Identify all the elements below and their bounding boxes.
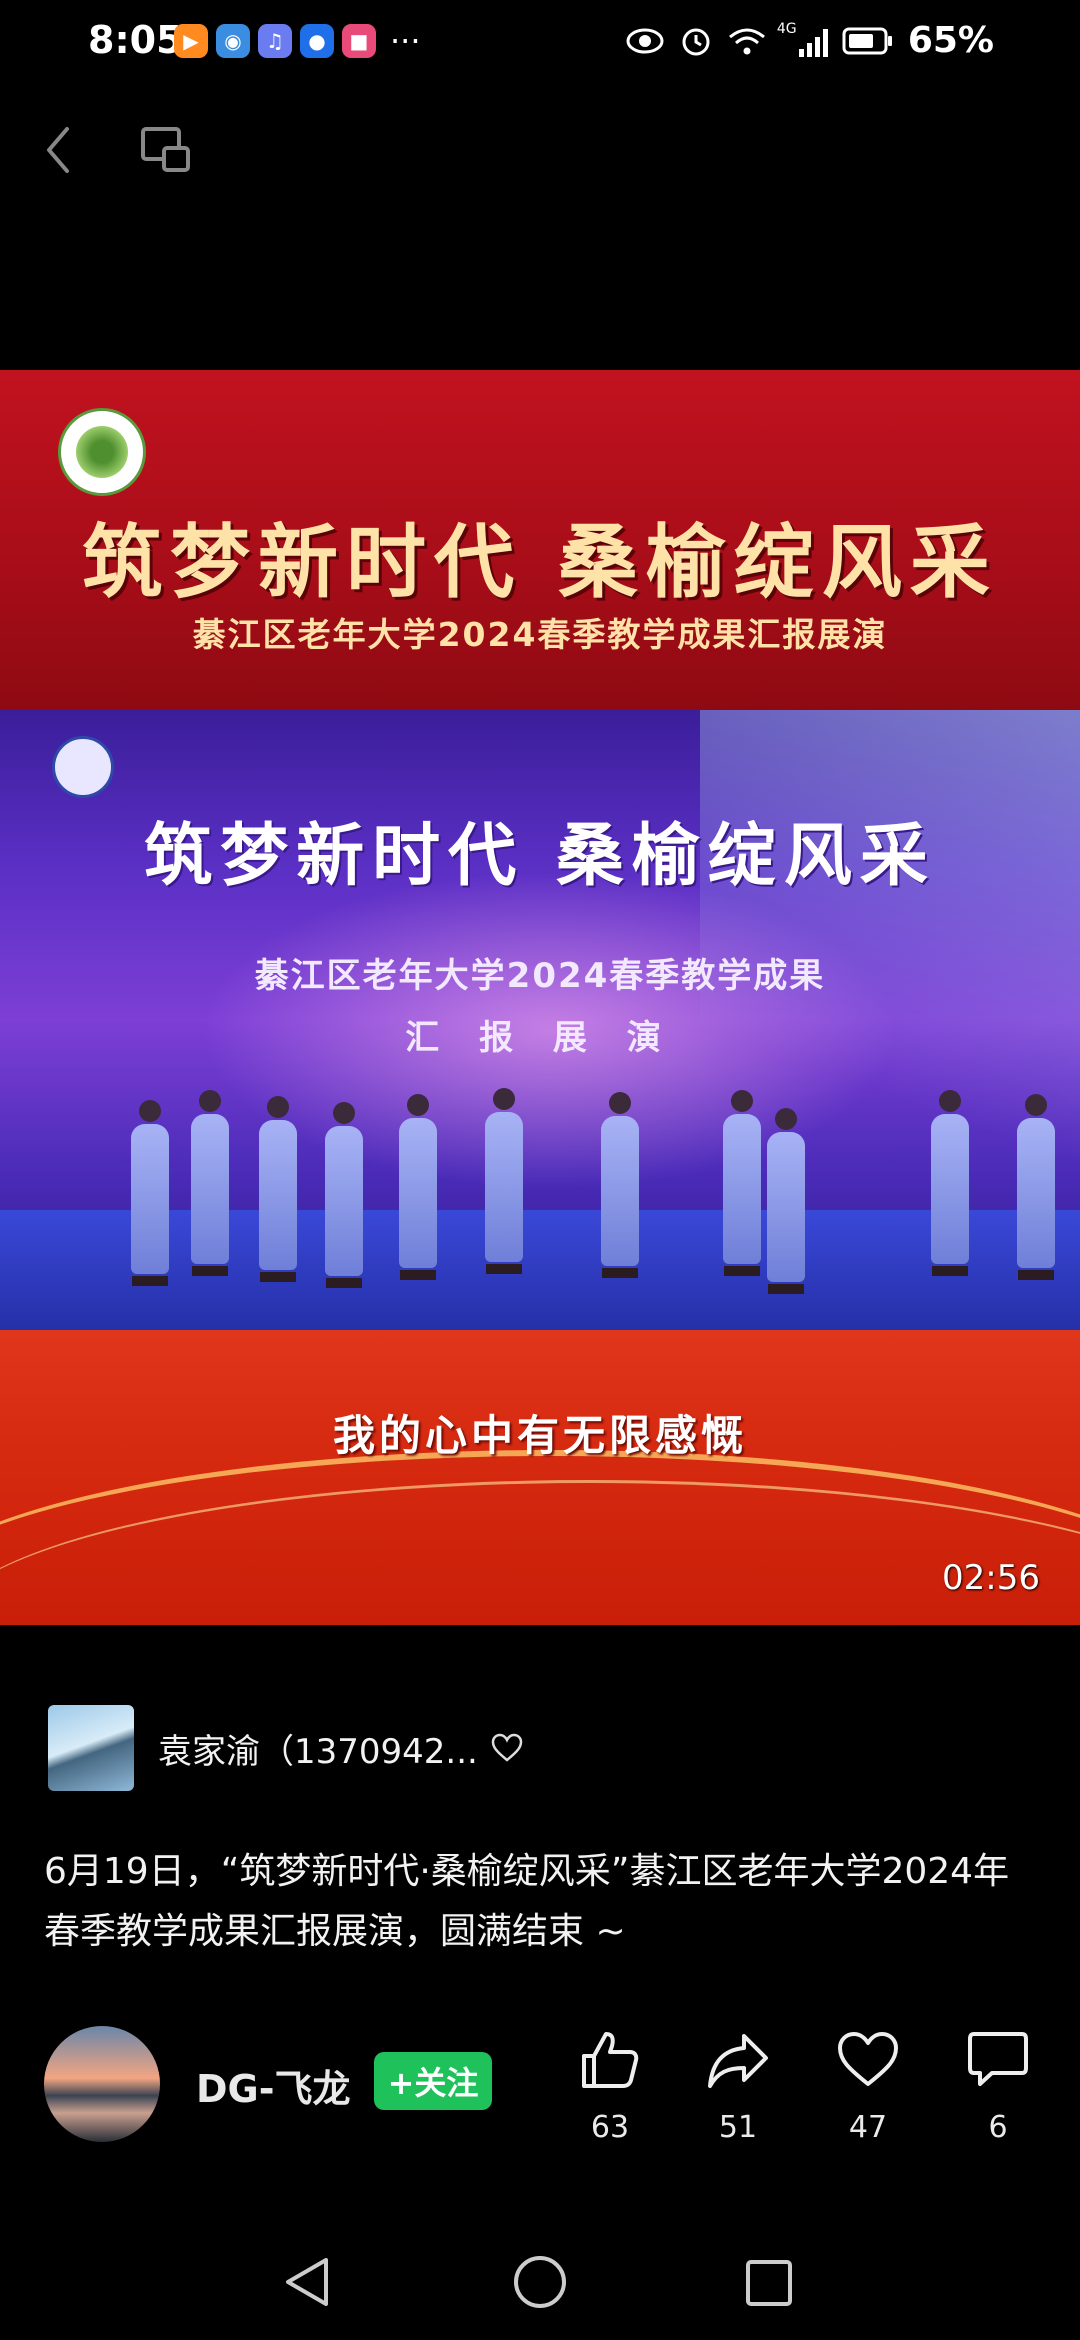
status-time: 8:05 bbox=[88, 18, 183, 62]
notification-icons: ▶ ◉ ♫ ● ■ ··· bbox=[174, 24, 421, 58]
heart-outline-icon bbox=[491, 1733, 523, 1762]
signal-icon: 4G bbox=[777, 21, 828, 57]
browser-icon: ◉ bbox=[216, 24, 250, 58]
system-home-button[interactable] bbox=[512, 2254, 568, 2314]
favorite-count: 47 bbox=[848, 2110, 888, 2145]
assistant-icon: ● bbox=[300, 24, 334, 58]
more-notifications-icon: ··· bbox=[390, 22, 421, 60]
like-count: 63 bbox=[590, 2110, 630, 2145]
stage-logo bbox=[52, 736, 114, 798]
share-action[interactable]: 51 bbox=[688, 2020, 788, 2145]
follow-button[interactable]: +关注 bbox=[374, 2052, 492, 2110]
performer bbox=[722, 1090, 762, 1276]
stage-backdrop-title: 筑梦新时代 桑榆绽风采 bbox=[144, 816, 936, 896]
square-recents-icon bbox=[746, 2260, 792, 2306]
system-navigation-bar bbox=[0, 2240, 1080, 2340]
performer bbox=[484, 1088, 524, 1274]
post-description: 6月19日，“筑梦新时代·桑榆绽风采”綦江区老年大学2024年春季教学成果汇报展… bbox=[44, 1851, 1010, 1952]
share-icon bbox=[708, 2034, 768, 2088]
comment-action[interactable]: 6 bbox=[948, 2020, 1048, 2145]
circle-home-icon bbox=[514, 2256, 566, 2308]
music-icon: ♫ bbox=[258, 24, 292, 58]
share-count: 51 bbox=[718, 2110, 758, 2145]
system-back-button[interactable] bbox=[280, 2254, 336, 2314]
performer bbox=[324, 1102, 364, 1288]
battery-percentage: 65% bbox=[907, 20, 994, 61]
thumbs-up-icon bbox=[582, 2032, 639, 2088]
status-right: 4G 65% bbox=[625, 20, 994, 61]
picture-in-picture-button[interactable] bbox=[134, 118, 198, 182]
performer bbox=[600, 1092, 640, 1278]
performer bbox=[130, 1100, 170, 1286]
video-app-icon: ▶ bbox=[174, 24, 208, 58]
author-name[interactable]: 袁家渝（1370942... bbox=[158, 1724, 478, 1773]
post-author-row[interactable]: 袁家渝（1370942... bbox=[48, 1705, 524, 1791]
bottom-action-bar: DG-飞龙 +关注 63 51 47 6 bbox=[0, 2020, 1080, 2170]
performers bbox=[0, 1080, 1080, 1294]
author-thumbnail[interactable] bbox=[48, 1705, 134, 1791]
performer bbox=[190, 1090, 230, 1276]
pip-icon bbox=[141, 127, 190, 172]
heart-icon bbox=[838, 2032, 898, 2086]
performer bbox=[766, 1108, 806, 1294]
author-like-button[interactable] bbox=[490, 1733, 524, 1763]
university-logo bbox=[58, 408, 146, 496]
battery-icon bbox=[842, 27, 892, 54]
banner-subtitle: 綦江区老年大学2024春季教学成果汇报展演 bbox=[192, 615, 888, 654]
comment-count: 6 bbox=[988, 2110, 1008, 2145]
chevron-left-icon bbox=[47, 127, 69, 173]
back-button[interactable] bbox=[30, 118, 86, 182]
user-avatar[interactable] bbox=[44, 2026, 160, 2142]
eye-icon bbox=[626, 28, 664, 53]
favorite-action[interactable]: 47 bbox=[818, 2020, 918, 2145]
system-recents-button[interactable] bbox=[744, 2258, 794, 2312]
video-player[interactable]: 筑梦新时代 桑榆绽风采 綦江区老年大学2024春季教学成果汇报展演 筑梦新时代 … bbox=[0, 370, 1080, 1625]
performer bbox=[398, 1094, 438, 1280]
performer bbox=[1016, 1094, 1056, 1280]
triangle-back-icon bbox=[286, 2258, 328, 2306]
top-navigation bbox=[0, 110, 1080, 190]
wifi-icon bbox=[728, 28, 765, 54]
performer bbox=[930, 1090, 970, 1276]
video-top-banner: 筑梦新时代 桑榆绽风采 綦江区老年大学2024春季教学成果汇报展演 bbox=[0, 370, 1080, 710]
comment-icon bbox=[968, 2032, 1028, 2086]
alarm-icon bbox=[682, 28, 710, 55]
stage-backdrop-subtitle-2: 汇 报 展 演 bbox=[405, 1018, 675, 1058]
user-name[interactable]: DG-飞龙 bbox=[196, 2058, 351, 2113]
video-bottom-banner: 我的心中有无限感慨 bbox=[0, 1330, 1080, 1625]
status-bar: 8:05 ▶ ◉ ♫ ● ■ ··· 4G 65% bbox=[0, 0, 1080, 84]
stage-backdrop-subtitle: 綦江区老年大学2024春季教学成果 bbox=[254, 956, 826, 996]
network-type-label: 4G bbox=[776, 20, 797, 37]
banner-title: 筑梦新时代 桑榆绽风采 bbox=[82, 515, 998, 609]
performer bbox=[258, 1096, 298, 1282]
stage-scene: 筑梦新时代 桑榆绽风采 綦江区老年大学2024春季教学成果 汇 报 展 演 bbox=[0, 710, 1080, 1330]
video-duration: 02:56 bbox=[942, 1558, 1040, 1598]
store-icon: ■ bbox=[342, 24, 376, 58]
like-action[interactable]: 63 bbox=[560, 2020, 660, 2145]
video-caption: 我的心中有无限感慨 bbox=[332, 1411, 747, 1460]
